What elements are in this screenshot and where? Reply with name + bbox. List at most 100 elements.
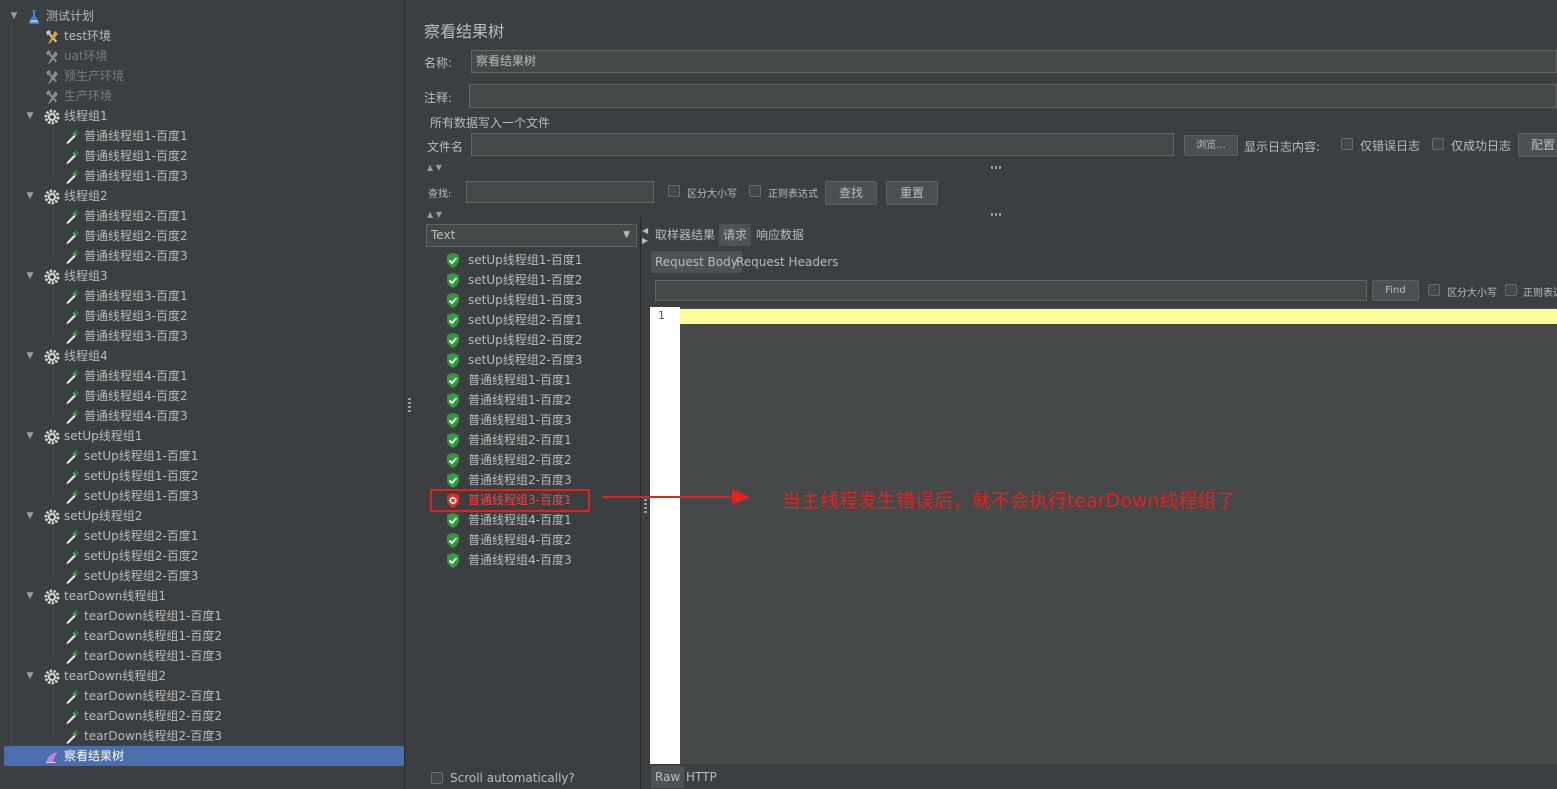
body-find-button[interactable]: Find bbox=[1372, 280, 1419, 301]
regex-checkbox[interactable] bbox=[749, 185, 761, 197]
search-input[interactable] bbox=[466, 181, 654, 203]
collapse-icon[interactable]: ▼ bbox=[24, 426, 36, 446]
gear-icon bbox=[44, 669, 60, 684]
result-label: setUp线程组2-百度2 bbox=[468, 333, 583, 347]
tree-item-sampler[interactable]: 普通线程组3-百度1 bbox=[64, 286, 188, 306]
tree-item-results-tree[interactable]: 察看结果树 bbox=[4, 746, 404, 766]
scroll-auto-checkbox[interactable] bbox=[431, 772, 443, 784]
request-subtab[interactable]: Request Body bbox=[651, 251, 742, 273]
tree-item-env[interactable]: test环境 bbox=[44, 26, 111, 46]
name-field[interactable]: 察看结果树 bbox=[471, 50, 1557, 73]
tree-item-env[interactable]: 预生产环境 bbox=[44, 66, 124, 86]
result-item[interactable]: setUp线程组1-百度3 bbox=[446, 290, 582, 310]
browse-button[interactable]: 浏览... bbox=[1184, 135, 1238, 156]
tree-item-sampler[interactable]: setUp线程组1-百度1 bbox=[64, 446, 198, 466]
vertical-splitter[interactable] bbox=[404, 0, 415, 789]
tree-item-label: tearDown线程组1-百度1 bbox=[84, 609, 222, 623]
result-item[interactable]: 普通线程组2-百度2 bbox=[446, 450, 572, 470]
tree-item-sampler[interactable]: setUp线程组2-百度2 bbox=[64, 546, 198, 566]
gear-icon bbox=[44, 589, 60, 604]
tree-item-sampler[interactable]: 普通线程组2-百度3 bbox=[64, 246, 188, 266]
tree-item-sampler[interactable]: 普通线程组4-百度3 bbox=[64, 406, 188, 426]
case-sensitive-checkbox[interactable] bbox=[668, 185, 680, 197]
tree-item-sampler[interactable]: 普通线程组2-百度1 bbox=[64, 206, 188, 226]
sampler-icon bbox=[66, 549, 79, 564]
result-item[interactable]: 普通线程组2-百度3 bbox=[446, 470, 572, 490]
tree-item-sampler[interactable]: 普通线程组2-百度2 bbox=[64, 226, 188, 246]
sampler-icon bbox=[66, 389, 79, 404]
result-item[interactable]: setUp线程组2-百度3 bbox=[446, 350, 582, 370]
tree-item-sampler[interactable]: 普通线程组3-百度2 bbox=[64, 306, 188, 326]
request-subtab[interactable]: Request Headers bbox=[732, 251, 843, 273]
tree-item-sampler[interactable]: tearDown线程组1-百度3 bbox=[64, 646, 222, 666]
collapse-arrows-icon[interactable]: ◀ ▶ bbox=[642, 226, 648, 246]
tree-item-env[interactable]: uat环境 bbox=[44, 46, 108, 66]
collapse-icon[interactable]: ▼ bbox=[8, 6, 20, 26]
result-item[interactable]: setUp线程组1-百度1 bbox=[446, 250, 582, 270]
collapse-icon[interactable]: ▼ bbox=[24, 346, 36, 366]
test-plan-tree[interactable]: ▼ 测试计划 察看结果树 test环境 uat环境 预生产环境 生产环境 ▼ 线程组1 普通… bbox=[0, 0, 405, 789]
result-item[interactable]: 普通线程组1-百度2 bbox=[446, 390, 572, 410]
tree-item-sampler[interactable]: tearDown线程组1-百度1 bbox=[64, 606, 222, 626]
tree-item-sampler[interactable]: 普通线程组3-百度3 bbox=[64, 326, 188, 346]
renderer-select[interactable]: Text ▼ bbox=[426, 224, 637, 247]
config-button[interactable]: 配置 bbox=[1518, 133, 1557, 157]
result-item[interactable]: 普通线程组4-百度1 bbox=[446, 510, 572, 530]
result-item[interactable]: setUp线程组1-百度2 bbox=[446, 270, 582, 290]
collapse-icon[interactable]: ▼ bbox=[24, 106, 36, 126]
tree-item-sampler[interactable]: 普通线程组1-百度1 bbox=[64, 126, 188, 146]
result-item[interactable]: 普通线程组1-百度1 bbox=[446, 370, 572, 390]
tree-item-sampler[interactable]: 普通线程组4-百度2 bbox=[64, 386, 188, 406]
tree-item-sampler[interactable]: setUp线程组1-百度2 bbox=[64, 466, 198, 486]
expand-collapse-arrows-icon[interactable]: ▲ ▼ bbox=[427, 164, 442, 172]
tree-item-label: tearDown线程组2-百度1 bbox=[84, 689, 222, 703]
filename-field[interactable] bbox=[471, 133, 1174, 156]
tree-item-sampler[interactable]: 普通线程组4-百度1 bbox=[64, 366, 188, 386]
errors-only-label: 仅错误日志 bbox=[1360, 139, 1421, 153]
errors-only-checkbox[interactable] bbox=[1341, 138, 1353, 150]
tree-item-sampler[interactable]: tearDown线程组1-百度2 bbox=[64, 626, 222, 646]
code-area[interactable] bbox=[680, 307, 1557, 764]
result-item[interactable]: 普通线程组2-百度1 bbox=[446, 430, 572, 450]
result-item[interactable]: 普通线程组4-百度2 bbox=[446, 530, 572, 550]
comment-field[interactable] bbox=[469, 84, 1557, 108]
success-only-checkbox[interactable] bbox=[1432, 138, 1444, 150]
success-shield-icon bbox=[447, 333, 459, 348]
collapse-icon[interactable]: ▼ bbox=[24, 506, 36, 526]
result-tab[interactable]: 响应数据 bbox=[752, 224, 808, 246]
flask-icon bbox=[28, 9, 40, 24]
success-shield-icon bbox=[447, 513, 459, 528]
tree-item-sampler[interactable]: tearDown线程组2-百度1 bbox=[64, 686, 222, 706]
tree-item-sampler[interactable]: tearDown线程组2-百度2 bbox=[64, 706, 222, 726]
tree-item-sampler[interactable]: 普通线程组1-百度3 bbox=[64, 166, 188, 186]
bottom-tab[interactable]: HTTP bbox=[682, 766, 721, 788]
tree-item-env[interactable]: 生产环境 bbox=[44, 86, 112, 106]
result-item[interactable]: 普通线程组1-百度3 bbox=[446, 410, 572, 430]
result-item[interactable]: setUp线程组2-百度2 bbox=[446, 330, 582, 350]
collapse-icon[interactable]: ▼ bbox=[24, 266, 36, 286]
tree-item-sampler[interactable]: setUp线程组1-百度3 bbox=[64, 486, 198, 506]
result-item[interactable]: setUp线程组2-百度1 bbox=[446, 310, 582, 330]
horizontal-splitter-1[interactable]: ▲ ▼ bbox=[415, 164, 1557, 172]
result-tab[interactable]: 请求 bbox=[719, 224, 752, 246]
bottom-tab[interactable]: Raw bbox=[651, 766, 685, 788]
result-item[interactable]: 普通线程组4-百度3 bbox=[446, 550, 572, 570]
result-tab[interactable]: 取样器结果 bbox=[651, 224, 719, 246]
body-regex-checkbox[interactable] bbox=[1505, 284, 1517, 296]
tree-item-sampler[interactable]: setUp线程组2-百度1 bbox=[64, 526, 198, 546]
collapse-icon[interactable]: ▼ bbox=[24, 186, 36, 206]
sampler-icon bbox=[66, 569, 79, 584]
tree-item-sampler[interactable]: tearDown线程组2-百度3 bbox=[64, 726, 222, 746]
reset-button[interactable]: 重置 bbox=[886, 181, 938, 205]
collapse-icon[interactable]: ▼ bbox=[24, 666, 36, 686]
find-button[interactable]: 查找 bbox=[825, 181, 877, 205]
collapse-icon[interactable]: ▼ bbox=[24, 586, 36, 606]
tree-item-sampler[interactable]: 普通线程组1-百度2 bbox=[64, 146, 188, 166]
comment-label: 注释: bbox=[424, 91, 453, 105]
body-case-checkbox[interactable] bbox=[1428, 284, 1440, 296]
request-body-editor[interactable]: 1 bbox=[650, 307, 1557, 764]
horizontal-splitter-2[interactable]: ▲ ▼ bbox=[415, 211, 1557, 219]
tree-item-sampler[interactable]: setUp线程组2-百度3 bbox=[64, 566, 198, 586]
body-find-input[interactable] bbox=[655, 280, 1367, 301]
expand-collapse-arrows-icon[interactable]: ▲ ▼ bbox=[427, 211, 442, 219]
